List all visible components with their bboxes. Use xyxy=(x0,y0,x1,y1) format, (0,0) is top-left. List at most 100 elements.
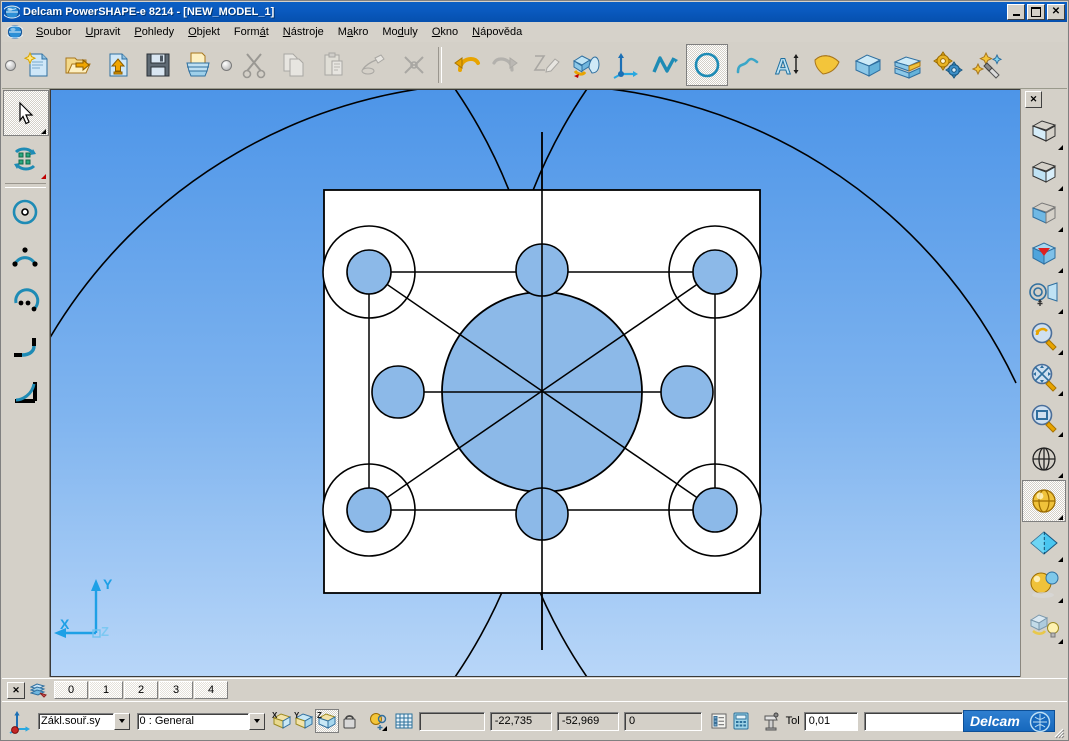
undo-button[interactable] xyxy=(446,45,486,85)
edit-sketch-button[interactable] xyxy=(526,45,566,85)
calculator-button[interactable] xyxy=(730,710,752,732)
assembly-button[interactable] xyxy=(928,45,968,85)
maximize-button[interactable] xyxy=(1027,4,1045,20)
open-file-button[interactable] xyxy=(58,45,98,85)
import-file-button[interactable] xyxy=(98,45,138,85)
status-bar: Zákl.souř.sy 0 : General X Y Z -22,735 -… xyxy=(2,701,1067,740)
grid-button[interactable] xyxy=(393,710,415,732)
machine-button[interactable] xyxy=(760,710,782,732)
redo-button[interactable] xyxy=(486,45,526,85)
level-tab-0[interactable]: 0 xyxy=(54,681,88,699)
coordinate-z-field[interactable]: 0 xyxy=(624,711,702,731)
surface-button[interactable] xyxy=(808,45,848,85)
delete-button[interactable] xyxy=(394,45,434,85)
level-tab-3[interactable]: 3 xyxy=(159,681,193,699)
menu-item-nastroje[interactable]: Nástroje xyxy=(276,24,331,40)
cut-button[interactable] xyxy=(234,45,274,85)
close-button[interactable]: ✕ xyxy=(1047,4,1065,20)
level-tab-4[interactable]: 4 xyxy=(194,681,228,699)
level-tab-1[interactable]: 1 xyxy=(89,681,123,699)
view-shaded-button[interactable] xyxy=(1023,193,1065,233)
menu-item-soubor[interactable]: Soubor xyxy=(29,24,78,40)
solid-button[interactable] xyxy=(848,45,888,85)
command-input-field[interactable] xyxy=(418,711,485,731)
zoom-previous-button[interactable] xyxy=(1023,316,1065,356)
surface-model-button[interactable] xyxy=(566,45,606,85)
line-button[interactable] xyxy=(646,45,686,85)
chamfer-button[interactable] xyxy=(3,370,47,414)
arc-3point-button[interactable] xyxy=(3,235,47,279)
paste-button[interactable] xyxy=(314,45,354,85)
toolbar-grip-2[interactable] xyxy=(218,45,234,85)
shaded-sphere-button[interactable] xyxy=(1022,480,1066,522)
print-button[interactable] xyxy=(178,45,218,85)
menu-item-upravit[interactable]: Upravit xyxy=(78,24,127,40)
view-wireframe-button[interactable] xyxy=(1023,111,1065,151)
lighting-button[interactable] xyxy=(1023,605,1065,645)
circle-button[interactable] xyxy=(686,44,728,86)
tolerance-field[interactable]: 0,01 xyxy=(803,711,859,731)
menu-item-makro[interactable]: Makro xyxy=(331,24,376,40)
menu-item-moduly[interactable]: Moduly xyxy=(375,24,424,40)
coordinate-x-field[interactable]: -22,735 xyxy=(489,711,552,731)
list-button[interactable] xyxy=(708,710,730,732)
workplane-combo[interactable]: Zákl.souř.sy xyxy=(38,712,114,730)
level-bar-close-button[interactable]: ✕ xyxy=(7,681,25,699)
menu-item-pohledy[interactable]: Pohledy xyxy=(127,24,181,40)
level-combo-arrow[interactable] xyxy=(248,712,265,730)
zoom-fit-button[interactable] xyxy=(1023,357,1065,397)
blank-button[interactable] xyxy=(367,710,389,732)
view-camera-button[interactable] xyxy=(1023,275,1065,315)
circle-full-button[interactable] xyxy=(3,190,47,234)
transform-button[interactable] xyxy=(3,137,47,181)
plane-mirror-button[interactable] xyxy=(1023,523,1065,563)
level-combo[interactable]: 0 : General xyxy=(136,712,249,730)
arc-center-button[interactable] xyxy=(3,280,47,324)
text-button[interactable]: A xyxy=(768,45,808,85)
principal-plane-x-button[interactable]: X xyxy=(271,710,293,732)
toolbar-grip-1[interactable] xyxy=(2,45,18,85)
axis-triad: Y X Z xyxy=(54,576,113,639)
menu-item-format[interactable]: Formát xyxy=(227,24,276,40)
dropdown-arrow-icon xyxy=(1058,391,1063,396)
svg-text:Z: Z xyxy=(101,624,109,639)
minimize-button[interactable] xyxy=(1007,4,1025,20)
curve-button[interactable] xyxy=(728,45,768,85)
menu-item-napoveda[interactable]: Nápověda xyxy=(465,24,529,40)
view-hidden-line-button[interactable] xyxy=(1023,152,1065,192)
message-field[interactable] xyxy=(864,711,963,731)
lock-button[interactable] xyxy=(339,710,361,732)
principal-plane-y-button[interactable]: Y xyxy=(293,710,315,732)
dropdown-arrow-icon xyxy=(1058,309,1063,314)
globe-wireframe-button[interactable] xyxy=(1023,439,1065,479)
window-title: Delcam PowerSHAPE-e 8214 - [NEW_MODEL_1] xyxy=(23,6,275,18)
select-cursor-button[interactable] xyxy=(3,90,49,136)
menu-item-objekt[interactable]: Objekt xyxy=(181,24,227,40)
level-bar: ✕ 0 1 2 3 4 xyxy=(2,678,1067,701)
coordinate-y-field[interactable]: -52,969 xyxy=(556,711,620,731)
tolerance-label: Tol xyxy=(785,715,800,727)
levels-icon[interactable] xyxy=(30,682,48,698)
material-button[interactable] xyxy=(1023,564,1065,604)
dropdown-arrow-icon xyxy=(1058,515,1063,520)
level-tab-2[interactable]: 2 xyxy=(124,681,158,699)
menu-item-okno[interactable]: Okno xyxy=(425,24,465,40)
workplane-button[interactable] xyxy=(606,45,646,85)
tolerance-value: 0,01 xyxy=(808,715,831,727)
principal-plane-z-button[interactable]: Z xyxy=(314,709,339,733)
new-file-button[interactable] xyxy=(18,45,58,85)
workplane-combo-arrow[interactable] xyxy=(113,712,130,730)
view-dynamic-button[interactable] xyxy=(1023,234,1065,274)
fillet-button[interactable] xyxy=(3,325,47,369)
copy-button[interactable] xyxy=(274,45,314,85)
paste-special-button[interactable] xyxy=(354,45,394,85)
zoom-window-button[interactable] xyxy=(1023,398,1065,438)
document-icon[interactable] xyxy=(5,24,25,40)
save-button[interactable] xyxy=(138,45,178,85)
cad-viewport[interactable]: Y X Z xyxy=(50,89,1023,677)
resize-grip[interactable] xyxy=(1053,727,1065,739)
workplane-origin-icon[interactable] xyxy=(6,708,32,734)
solid-feature-button[interactable] xyxy=(888,45,928,85)
view-toolbar-close-button[interactable]: ✕ xyxy=(1025,91,1042,108)
effects-button[interactable] xyxy=(968,45,1008,85)
